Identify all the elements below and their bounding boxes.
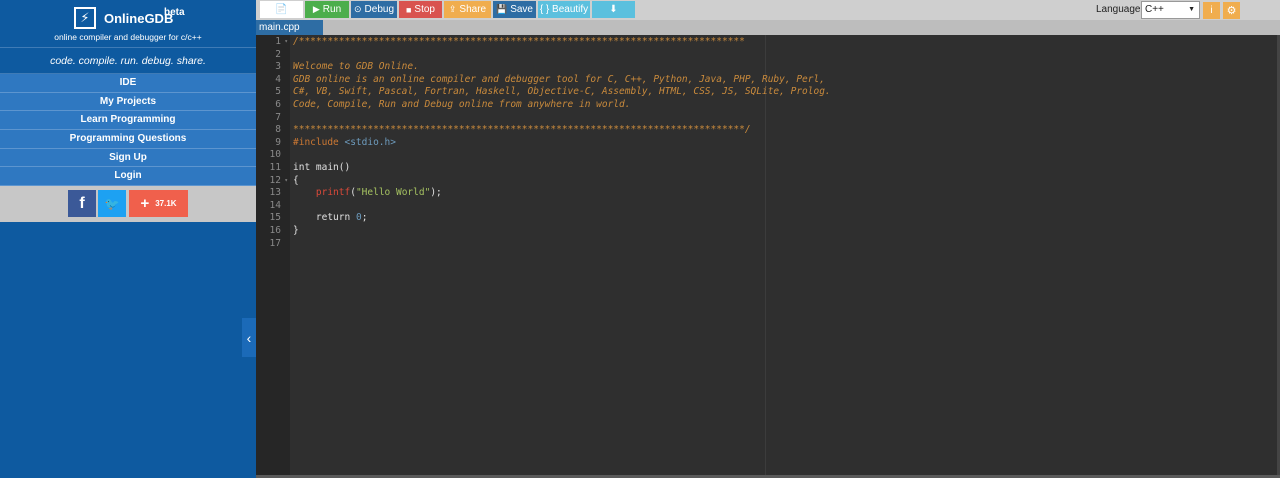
- download-button[interactable]: ⬇: [592, 1, 635, 18]
- line-number: 1 ▾: [275, 36, 288, 49]
- dropdown-caret-icon: ▼: [1188, 6, 1195, 13]
- share-count-button[interactable]: + 37.1K: [129, 190, 188, 218]
- debug-button[interactable]: ⊙ Debug: [351, 1, 397, 18]
- fold-arrow-icon[interactable]: ▾: [284, 175, 288, 188]
- new-file-button[interactable]: 📄: [260, 1, 303, 18]
- nav-item-my-projects[interactable]: My Projects: [0, 92, 256, 112]
- code-line[interactable]: }: [293, 225, 299, 238]
- line-number: 7: [275, 111, 281, 123]
- line-number: 10: [269, 149, 281, 161]
- nav-item-learn-programming[interactable]: Learn Programming: [0, 111, 256, 131]
- line-number: 6: [275, 99, 281, 110]
- download-icon: ⬇: [609, 4, 618, 15]
- line-number: 2: [275, 48, 281, 60]
- fold-arrow-icon[interactable]: ▾: [284, 36, 288, 49]
- line-number-gutter: 1 ▾ 2 3 4 5 6 7 8 9 10 11 12 ▾ 13 14 15 16 17: [256, 35, 290, 478]
- settings-button[interactable]: ⚙: [1223, 2, 1240, 19]
- print-margin: [765, 35, 766, 478]
- tagline: code. compile. run. debug. share.: [0, 48, 256, 74]
- file-tab-bar: main.cpp: [256, 20, 1280, 35]
- stop-icon: ■: [405, 4, 412, 15]
- file-icon: 📄: [275, 4, 288, 15]
- share-count-label: 37.1K: [155, 199, 177, 209]
- debug-label: Debug: [364, 4, 394, 15]
- code-line[interactable]: {: [293, 175, 299, 188]
- sidebar: ⚡ OnlineGDB beta online compiler and deb…: [0, 0, 256, 478]
- code-line[interactable]: Code, Compile, Run and Debug online from…: [293, 99, 630, 112]
- code-editor[interactable]: 1 ▾ 2 3 4 5 6 7 8 9 10 11 12 ▾ 13 14 15 16 17 /***********…: [256, 35, 1280, 478]
- language-label: Language: [1096, 4, 1141, 15]
- run-label: Run: [322, 4, 342, 15]
- onlinegdb-logo-icon[interactable]: ⚡: [74, 7, 96, 29]
- save-icon: 💾: [495, 4, 508, 14]
- line-number: 8: [275, 124, 281, 136]
- brand-name[interactable]: OnlineGDB: [104, 11, 173, 26]
- share-button[interactable]: ⇪ Share: [444, 1, 491, 18]
- chevron-left-icon: ‹: [246, 329, 252, 346]
- code-line[interactable]: printf("Hello World");: [293, 187, 442, 200]
- nav-item-sign-up[interactable]: Sign Up: [0, 148, 256, 168]
- code-line[interactable]: GDB online is an online compiler and deb…: [293, 74, 825, 87]
- facebook-share-button[interactable]: f: [68, 190, 96, 218]
- gear-icon: ⚙: [1226, 5, 1237, 17]
- stop-label: Stop: [414, 4, 435, 15]
- sidebar-nav: IDE My Projects Learn Programming Progra…: [0, 74, 256, 187]
- line-number: 5: [275, 86, 281, 98]
- line-number: 14: [269, 199, 281, 211]
- info-button[interactable]: i: [1203, 2, 1220, 19]
- language-select-value: C++: [1145, 4, 1164, 15]
- code-line[interactable]: ****************************************…: [293, 124, 751, 137]
- tab-main-cpp[interactable]: main.cpp: [256, 20, 323, 35]
- code-line[interactable]: return 0;: [293, 212, 368, 225]
- twitter-share-button[interactable]: 🐦: [98, 190, 126, 218]
- line-number: 13: [269, 187, 281, 199]
- line-number: 15: [269, 212, 281, 224]
- beautify-button[interactable]: { } Beautify: [538, 1, 590, 18]
- code-line[interactable]: Welcome to GDB Online.: [293, 61, 419, 74]
- twitter-icon: 🐦: [104, 196, 120, 211]
- line-number: 4: [275, 73, 281, 85]
- collapse-sidebar-button[interactable]: ‹: [242, 318, 256, 357]
- save-label: Save: [510, 4, 533, 15]
- share-label: Share: [459, 4, 487, 15]
- info-icon: i: [1210, 5, 1213, 16]
- line-number: 3: [275, 61, 281, 73]
- code-line[interactable]: int main(): [293, 162, 350, 175]
- facebook-icon: f: [79, 194, 85, 212]
- brand-beta-badge: beta: [164, 7, 185, 18]
- brand-subtitle: online compiler and debugger for c/c++: [54, 32, 202, 42]
- nav-item-ide[interactable]: IDE: [0, 74, 256, 93]
- beautify-label: { } Beautify: [539, 4, 589, 15]
- toolbar: 📄 ▶ Run ⊙ Debug ■ Stop ⇪ Share 💾 Save { } Bea…: [256, 0, 1280, 20]
- code-line[interactable]: C#, VB, Swift, Pascal, Fortran, Haskell,…: [293, 86, 831, 99]
- share-icon: ⇪: [448, 4, 457, 14]
- stop-button[interactable]: ■ Stop: [399, 1, 442, 18]
- brand-header: ⚡ OnlineGDB beta online compiler and deb…: [0, 0, 256, 48]
- line-number: 11: [269, 162, 281, 173]
- nav-item-programming-questions[interactable]: Programming Questions: [0, 130, 256, 149]
- code-line[interactable]: #include <stdio.h>: [293, 137, 396, 150]
- plus-icon: +: [140, 195, 150, 213]
- debug-icon: ⊙: [353, 4, 362, 14]
- line-number: 16: [269, 225, 281, 236]
- line-number: 9: [275, 136, 281, 148]
- play-icon: ▶: [312, 4, 320, 14]
- code-line[interactable]: /***************************************…: [293, 36, 745, 49]
- line-number: 17: [269, 237, 281, 249]
- nav-item-login[interactable]: Login: [0, 167, 256, 187]
- line-number: 12 ▾: [269, 174, 288, 188]
- language-select[interactable]: C++ ▼: [1141, 1, 1200, 19]
- social-bar: f 🐦 + 37.1K: [0, 186, 256, 223]
- run-button[interactable]: ▶ Run: [305, 1, 349, 18]
- save-button[interactable]: 💾 Save: [493, 1, 536, 18]
